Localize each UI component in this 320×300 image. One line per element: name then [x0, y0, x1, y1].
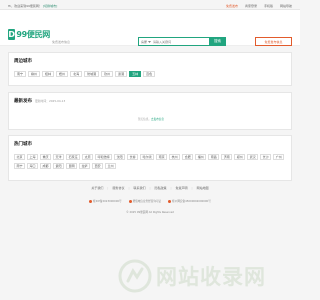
footer-link[interactable]: 免责声明 [176, 186, 188, 190]
search-button[interactable]: 搜索 [209, 37, 226, 46]
footer-link[interactable]: 联系我们 [133, 186, 145, 190]
watermark-text: 网站收录网 [156, 265, 266, 289]
hot-city-chip[interactable]: 天津 [53, 154, 65, 160]
hot-city-chip[interactable]: 上海 [27, 154, 39, 160]
footer-divider: | [170, 186, 172, 190]
icp-item[interactable]: 桂ICP备2023000000号 [89, 199, 122, 203]
hot-city-chip[interactable]: 郑州 [234, 154, 246, 160]
hot-city-list: 北京 上海 重庆 天津 石家庄 太原 呼和浩特 沈阳 长春 哈尔滨 南京 杭州 合肥 福州 南昌 济南 郑州 武汉… [14, 154, 289, 169]
search-bar: 房屋 搜索 [138, 37, 226, 46]
hot-city-chip[interactable]: 拉萨 [79, 163, 91, 169]
logo-text: 99便民网 [16, 29, 50, 39]
police-badge-icon [89, 199, 93, 203]
nearby-city-chip[interactable]: 桂林 [42, 71, 55, 77]
chevron-down-icon [148, 40, 152, 44]
latest-posts-panel: 最新发布 更新时间：2025-04-13 暂无信息，去发布信息 [8, 92, 292, 130]
latest-title-text: 最新发布 [14, 99, 32, 104]
hot-city-chip[interactable]: 成都 [40, 163, 52, 169]
copyright: © 2025 99便民网 All Rights Reserved [126, 211, 174, 214]
hot-city-chip[interactable]: 长春 [127, 154, 139, 160]
search-category-label: 房屋 [141, 39, 148, 44]
icp-item[interactable]: 增值电信业务经营许可证 [128, 199, 162, 203]
watermark: 网站收录网 [118, 258, 296, 294]
footer-divider: | [149, 186, 151, 190]
top-link-post[interactable]: 免费发布 [226, 4, 238, 8]
nearby-city-chip[interactable]: 贵港 [115, 71, 128, 77]
site-slogan: 免费发布信息 [52, 40, 71, 44]
empty-message: 暂无信息，去发布信息 [9, 117, 293, 121]
nearby-city-chip[interactable]: 柳州 [28, 71, 41, 77]
search-category-select[interactable]: 房屋 [139, 40, 153, 44]
icp-text: 增值电信业务经营许可证 [132, 200, 162, 203]
hot-city-chip[interactable]: 长沙 [260, 154, 272, 160]
nearby-city-list: 南宁 柳州 桂林 梧州 北海 防城港 钦州 贵港 玉林 百色 [14, 71, 156, 77]
hot-city-chip[interactable]: 南宁 [14, 163, 26, 169]
site-footer: 关于我们 | 服务协议 | 联系我们 | 隐私政策 | 免责声明 | 网站地图 桂ICP备20230… [0, 182, 300, 242]
hot-city-chip[interactable]: 合肥 [182, 154, 194, 160]
footer-divider: | [191, 186, 193, 190]
hot-city-chip[interactable]: 西安 [92, 163, 104, 169]
top-link-nav[interactable]: 网站导航 [280, 4, 292, 8]
nearby-city-chip[interactable]: 钦州 [101, 71, 114, 77]
icp-item[interactable]: 桂公网安备45000002000000号 [168, 199, 211, 203]
footer-divider: | [107, 186, 109, 190]
site-header: D 99便民网 免费发布信息 房屋 搜索 免费发布信息 [0, 10, 300, 46]
logo-mark: D [8, 28, 16, 40]
hot-city-chip[interactable]: 杭州 [169, 154, 181, 160]
nearby-city-chip[interactable]: 防城港 [84, 71, 100, 77]
latest-update-time: 更新时间：2025-04-13 [35, 99, 66, 103]
hot-city-chip[interactable]: 济南 [221, 154, 233, 160]
hot-cities-panel: 热门城市 北京 上海 重庆 天津 石家庄 太原 呼和浩特 沈阳 长春 哈尔滨 南京 杭州 合肥 福州 南昌济… [8, 135, 292, 181]
go-post-link[interactable]: 去发布信息 [151, 118, 164, 121]
hot-city-chip[interactable]: 福州 [195, 154, 207, 160]
license-badge-icon [128, 199, 132, 203]
hot-cities-title: 热门城市 [14, 142, 32, 147]
hot-city-chip[interactable]: 呼和浩特 [95, 154, 113, 160]
hot-city-chip[interactable]: 石家庄 [66, 154, 81, 160]
footer-links: 关于我们 | 服务协议 | 联系我们 | 隐私政策 | 免责声明 | 网站地图 [0, 186, 300, 190]
nearby-city-chip[interactable]: 玉林 [129, 71, 142, 77]
nearby-city-chip[interactable]: 百色 [143, 71, 156, 77]
footer-link[interactable]: 隐私政策 [155, 186, 167, 190]
footer-icp: 桂ICP备2023000000号 增值电信业务经营许可证 桂公网安备450000… [0, 199, 300, 203]
top-bar: Hi，欢迎来到99便民网！ [切换城市] 免费发布 商家登录 手机版 网站导航 [0, 0, 300, 10]
hot-city-chip[interactable]: 北京 [14, 154, 26, 160]
site-logo[interactable]: D 99便民网 [8, 28, 50, 40]
welcome-text: Hi，欢迎来到99便民网！ [8, 3, 42, 8]
icp-text: 桂ICP备2023000000号 [93, 200, 122, 203]
nearby-cities-title: 周边城市 [14, 59, 32, 64]
empty-text: 暂无信息， [138, 118, 151, 121]
hot-city-chip[interactable]: 哈尔滨 [140, 154, 155, 160]
icp-text: 桂公网安备45000002000000号 [172, 200, 211, 203]
footer-link[interactable]: 网站地图 [197, 186, 209, 190]
hot-city-chip[interactable]: 贵阳 [53, 163, 65, 169]
hot-city-chip[interactable]: 昆明 [66, 163, 78, 169]
hot-city-chip[interactable]: 海口 [27, 163, 39, 169]
footer-divider: | [128, 186, 130, 190]
hot-city-chip[interactable]: 南京 [156, 154, 168, 160]
top-link-mobile[interactable]: 手机版 [264, 4, 273, 8]
hot-city-chip[interactable]: 兰州 [105, 163, 117, 169]
hot-city-chip[interactable]: 重庆 [40, 154, 52, 160]
nearby-city-chip[interactable]: 北海 [70, 71, 83, 77]
hot-city-chip[interactable]: 太原 [82, 154, 94, 160]
hot-city-chip[interactable]: 武汉 [247, 154, 259, 160]
hot-city-chip[interactable]: 广州 [273, 154, 285, 160]
switch-city-link[interactable]: [切换城市] [43, 4, 57, 8]
top-link-login[interactable]: 商家登录 [245, 4, 257, 8]
watermark-logo-icon [118, 259, 152, 293]
top-links: 免费发布 商家登录 手机版 网站导航 [226, 4, 292, 8]
police-badge-icon [168, 199, 172, 203]
hot-city-chip[interactable]: 沈阳 [114, 154, 126, 160]
latest-posts-title: 最新发布 更新时间：2025-04-13 [14, 98, 65, 104]
footer-link[interactable]: 关于我们 [91, 186, 103, 190]
footer-link[interactable]: 服务协议 [112, 186, 124, 190]
nearby-cities-panel: 周边城市 南宁 柳州 桂林 梧州 北海 防城港 钦州 贵港 玉林 百色 [8, 52, 292, 86]
free-post-button[interactable]: 免费发布信息 [255, 37, 292, 46]
nearby-city-chip[interactable]: 梧州 [56, 71, 69, 77]
hot-city-chip[interactable]: 南昌 [208, 154, 220, 160]
nearby-city-chip[interactable]: 南宁 [14, 71, 27, 77]
